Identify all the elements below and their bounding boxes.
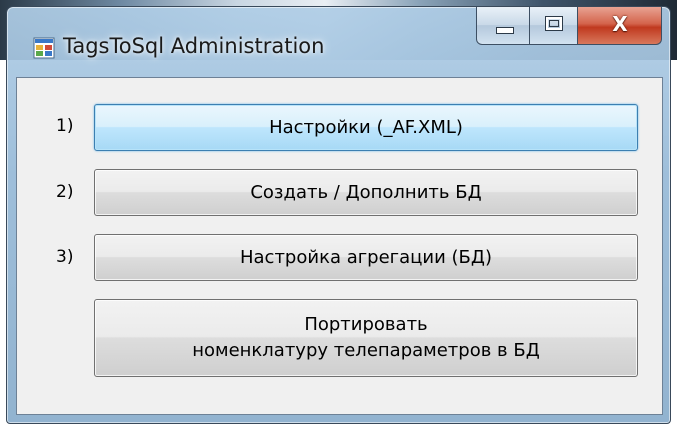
minimize-button[interactable]	[476, 7, 530, 45]
maximize-icon	[545, 16, 563, 31]
client-area: 1) Настройки (_AF.XML) 2) Создать / Допо…	[16, 77, 663, 415]
maximize-button[interactable]	[530, 7, 578, 45]
port-button-line-1: Портировать	[304, 314, 428, 335]
dialog-window: TagsToSql Administration X 1) Настройки …	[6, 6, 671, 424]
create-update-db-button[interactable]: Создать / Дополнить БД	[94, 169, 638, 216]
settings-af-xml-button[interactable]: Настройки (_AF.XML)	[94, 104, 638, 151]
window-title: TagsToSql Administration	[63, 34, 325, 58]
close-icon: X	[612, 12, 628, 36]
create-update-db-button-label: Создать / Дополнить БД	[250, 182, 482, 203]
port-nomenclature-button[interactable]: Портировать номенклатуру телепараметров …	[94, 299, 638, 377]
step-2-label: 2)	[56, 182, 74, 202]
settings-af-xml-button-label: Настройки (_AF.XML)	[269, 117, 463, 138]
application-window-icon	[33, 37, 55, 59]
caption-buttons: X	[476, 7, 662, 45]
minimize-icon	[496, 27, 514, 34]
close-button[interactable]: X	[578, 7, 662, 45]
aggregation-settings-button[interactable]: Настройка агрегации (БД)	[94, 234, 638, 281]
aggregation-settings-button-label: Настройка агрегации (БД)	[239, 247, 492, 268]
step-3-label: 3)	[56, 247, 74, 267]
step-1-label: 1)	[56, 116, 74, 136]
title-bar[interactable]: TagsToSql Administration X	[7, 7, 670, 77]
port-button-line-2: номенклатуру телепараметров в БД	[192, 340, 540, 361]
